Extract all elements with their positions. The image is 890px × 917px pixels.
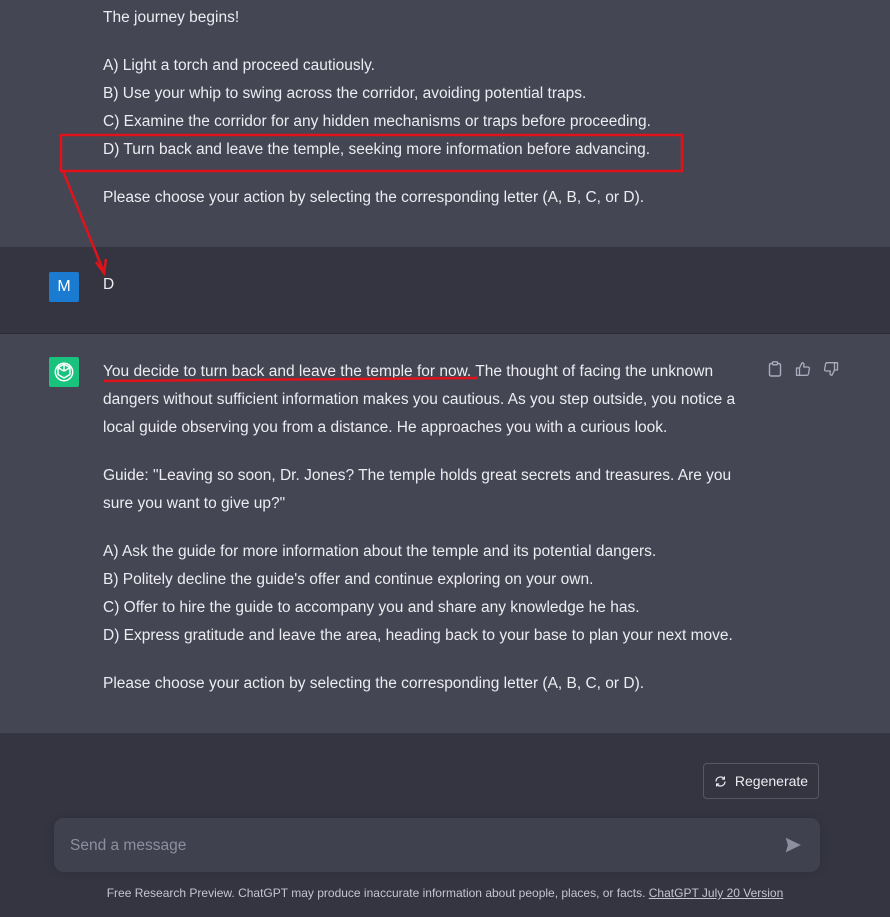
regenerate-label: Regenerate (734, 773, 809, 789)
user-message-text: D (103, 276, 115, 293)
guide-line: sure you want to give up?" (103, 495, 286, 512)
message-line-first: You decide to turn back and leave the te… (103, 362, 713, 382)
guide-line: Guide: "Leaving so soon, Dr. Jones? The … (103, 467, 732, 484)
option-a: A) Light a torch and proceed cautiously. (103, 57, 375, 74)
message-actions (767, 360, 839, 378)
option-b: B) Politely decline the guide's offer an… (103, 571, 594, 588)
option-d: D) Express gratitude and leave the area,… (103, 627, 733, 644)
option-a: A) Ask the guide for more information ab… (103, 543, 657, 560)
option-c: C) Examine the corridor for any hidden m… (103, 113, 651, 130)
refresh-icon (715, 775, 726, 787)
user-avatar: M (49, 272, 79, 302)
send-icon[interactable] (784, 836, 802, 854)
message-line: Please choose your action by selecting t… (103, 189, 645, 206)
message-text: The thought of facing the unknown (471, 363, 714, 380)
message-line: dangers without sufficient information m… (103, 391, 736, 408)
thumbs-up-icon[interactable] (795, 360, 811, 378)
option-d: D) Turn back and leave the temple, seeki… (103, 141, 651, 158)
option-b: B) Use your whip to swing across the cor… (103, 85, 587, 102)
message-line: The journey begins! (103, 9, 240, 26)
message-line: Please choose your action by selecting t… (103, 675, 645, 692)
user-message (0, 247, 890, 334)
version-link[interactable]: ChatGPT July 20 Version (649, 886, 784, 900)
assistant-message-previous: The journey begins! A) Light a torch and… (0, 0, 890, 247)
chatgpt-logo-icon (49, 357, 79, 387)
footer-disclaimer: Free Research Preview. ChatGPT may produ… (0, 886, 890, 900)
thumbs-down-icon[interactable] (823, 360, 839, 378)
regenerate-button[interactable]: Regenerate (703, 763, 819, 799)
clipboard-icon[interactable] (767, 360, 783, 378)
message-input-box (54, 818, 820, 874)
underlined-phrase: You decide to turn back and leave the te… (103, 363, 472, 380)
message-line: local guide observing you from a distanc… (103, 419, 668, 436)
option-c: C) Offer to hire the guide to accompany … (103, 599, 640, 616)
footer-text: Free Research Preview. ChatGPT may produ… (106, 886, 646, 900)
message-input[interactable] (68, 818, 762, 874)
